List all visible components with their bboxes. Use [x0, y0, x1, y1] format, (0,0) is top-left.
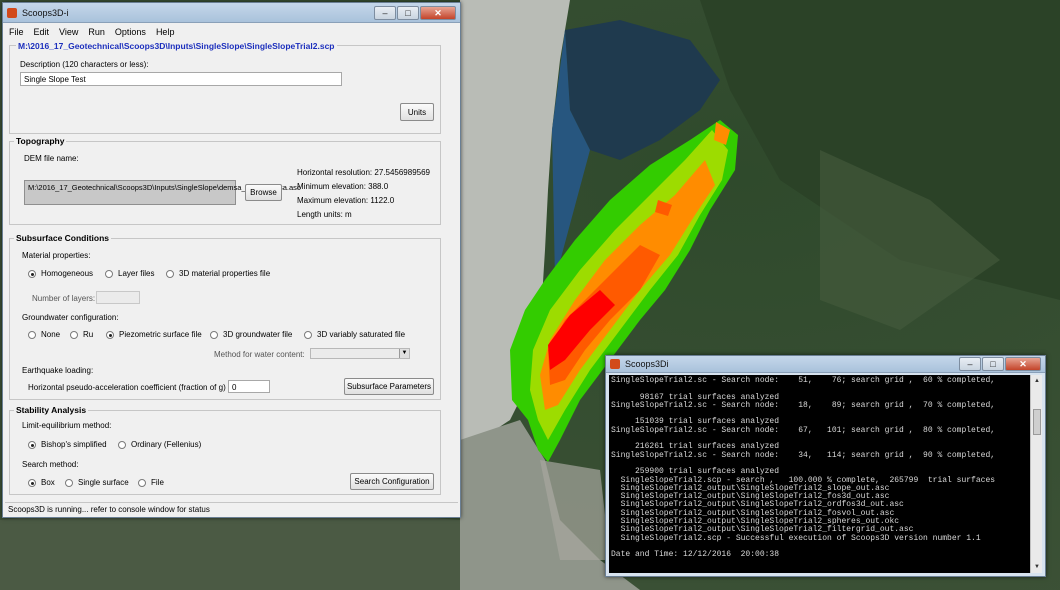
- menu-run[interactable]: Run: [88, 27, 105, 37]
- ordinary-radio[interactable]: Ordinary (Fellenius): [118, 440, 201, 449]
- minimize-icon[interactable]: –: [959, 357, 981, 371]
- main-window: Scoops3D-i – □ ✕ File Edit View Run Opti…: [2, 2, 461, 518]
- stability-title: Stability Analysis: [14, 405, 89, 415]
- search-method-label: Search method:: [22, 460, 79, 469]
- console-line: SingleSlopeTrial2.sc - Search node: 34, …: [611, 450, 996, 460]
- subsurface-parameters-button[interactable]: Subsurface Parameters: [344, 378, 434, 395]
- radio-dot-gw-vs: [304, 330, 312, 339]
- minimum-elevation: Minimum elevation: 388.0: [297, 182, 389, 191]
- material-3d-file-radio[interactable]: 3D material properties file: [166, 269, 270, 278]
- topography-title: Topography: [14, 136, 67, 146]
- radio-dot-file: [138, 478, 146, 487]
- app-icon: [7, 7, 17, 18]
- console-line: Date and Time: 12/12/2016 20:00:38: [611, 550, 780, 560]
- material-layer-files-radio[interactable]: Layer files: [105, 269, 154, 278]
- menu-view[interactable]: View: [59, 27, 78, 37]
- dem-label: DEM file name:: [24, 154, 79, 163]
- console-output: SingleSlopeTrial2.sc - Search node: 51, …: [609, 375, 1031, 573]
- limit-equilibrium-label: Limit-equilibrium method:: [22, 421, 112, 430]
- browse-button[interactable]: Browse: [245, 184, 282, 201]
- radio-dot-gw-none: [28, 330, 36, 339]
- radio-dot-gw-ru: [70, 330, 78, 339]
- material-homogeneous-radio[interactable]: Homogeneous: [28, 269, 93, 278]
- dropdown-arrow-icon: ▼: [399, 349, 409, 358]
- search-single-surface-radio[interactable]: Single surface: [65, 478, 129, 487]
- window-title: Scoops3D-i: [22, 7, 69, 18]
- radio-dot-homogeneous: [28, 269, 36, 278]
- menu-bar: File Edit View Run Options Help: [3, 23, 460, 41]
- minimize-icon[interactable]: –: [374, 5, 396, 20]
- console-line: SingleSlopeTrial2.sc - Search node: 51, …: [611, 376, 996, 385]
- groundwater-label: Groundwater configuration:: [22, 313, 119, 322]
- search-file-radio[interactable]: File: [138, 478, 164, 487]
- app-icon: [610, 359, 620, 369]
- console-line: SingleSlopeTrial2.scp - Successful execu…: [611, 533, 981, 543]
- pseudo-acceleration-input[interactable]: 0: [228, 380, 270, 393]
- console-line: SingleSlopeTrial2.sc - Search node: 67, …: [611, 425, 996, 435]
- menu-edit[interactable]: Edit: [34, 27, 50, 37]
- earthquake-label: Earthquake loading:: [22, 366, 94, 375]
- search-box-radio[interactable]: Box: [28, 478, 55, 487]
- maximize-icon[interactable]: □: [397, 5, 419, 20]
- radio-dot-bishop: [28, 440, 36, 449]
- groundwater-ru-radio[interactable]: Ru: [70, 330, 93, 339]
- status-bar: Scoops3D is running... refer to console …: [5, 502, 458, 515]
- main-titlebar[interactable]: Scoops3D-i – □ ✕: [3, 3, 460, 23]
- subsurface-group: Subsurface Conditions Material propertie…: [9, 233, 441, 400]
- water-content-select[interactable]: ▼: [310, 348, 410, 359]
- radio-dot-3d-material: [166, 269, 174, 278]
- dem-file-field: M:\2016_17_Geotechnical\Scoops3D\Inputs\…: [24, 180, 301, 205]
- length-units: Length units: m: [297, 210, 352, 219]
- scroll-thumb[interactable]: [1033, 409, 1041, 435]
- menu-options[interactable]: Options: [115, 27, 146, 37]
- pseudo-acceleration-label: Horizontal pseudo-acceleration coefficie…: [28, 383, 226, 392]
- description-label: Description (120 characters or less):: [20, 60, 149, 69]
- groundwater-none-radio[interactable]: None: [28, 330, 60, 339]
- console-scrollbar[interactable]: ▲ ▼: [1030, 375, 1042, 573]
- scroll-up-icon[interactable]: ▲: [1031, 375, 1043, 387]
- console-title: Scoops3Di: [625, 359, 669, 369]
- bishop-radio[interactable]: Bishop's simplified: [28, 440, 107, 449]
- water-content-label: Method for water content:: [214, 350, 305, 359]
- console-window: Scoops3Di – □ ✕ SingleSlopeTrial2.sc - S…: [605, 355, 1046, 577]
- topography-group: Topography DEM file name: M:\2016_17_Geo…: [9, 136, 441, 225]
- menu-help[interactable]: Help: [156, 27, 175, 37]
- subsurface-title: Subsurface Conditions: [14, 233, 112, 243]
- description-input[interactable]: Single Slope Test: [20, 72, 342, 86]
- material-label: Material properties:: [22, 251, 91, 260]
- horizontal-resolution: Horizontal resolution: 27.5456989569: [297, 168, 430, 177]
- radio-dot-single: [65, 478, 73, 487]
- units-button[interactable]: Units: [400, 103, 434, 121]
- radio-dot-gw-3d: [210, 330, 218, 339]
- project-file-group: M:\2016_17_Geotechnical\Scoops3D\Inputs\…: [9, 41, 441, 134]
- groundwater-piezometric-radio[interactable]: Piezometric surface file: [106, 330, 202, 339]
- layers-input[interactable]: [96, 291, 140, 304]
- radio-dot-ordinary: [118, 440, 126, 449]
- groundwater-variably-saturated-radio[interactable]: 3D variably saturated file: [304, 330, 405, 339]
- maximum-elevation: Maximum elevation: 1122.0: [297, 196, 395, 205]
- search-configuration-button[interactable]: Search Configuration: [350, 473, 434, 490]
- maximize-icon[interactable]: □: [982, 357, 1004, 371]
- scroll-down-icon[interactable]: ▼: [1031, 561, 1043, 573]
- console-line: SingleSlopeTrial2.sc - Search node: 18, …: [611, 400, 996, 410]
- menu-file[interactable]: File: [9, 27, 24, 37]
- groundwater-3d-radio[interactable]: 3D groundwater file: [210, 330, 292, 339]
- console-titlebar[interactable]: Scoops3Di – □ ✕: [606, 356, 1045, 373]
- close-icon[interactable]: ✕: [1005, 357, 1041, 371]
- close-icon[interactable]: ✕: [420, 5, 456, 20]
- radio-dot-layer-files: [105, 269, 113, 278]
- radio-dot-gw-piezo: [106, 330, 114, 339]
- stability-group: Stability Analysis Limit-equilibrium met…: [9, 405, 441, 495]
- radio-dot-box: [28, 478, 36, 487]
- project-file-path: M:\2016_17_Geotechnical\Scoops3D\Inputs\…: [16, 41, 337, 51]
- layers-label: Number of layers:: [32, 294, 96, 303]
